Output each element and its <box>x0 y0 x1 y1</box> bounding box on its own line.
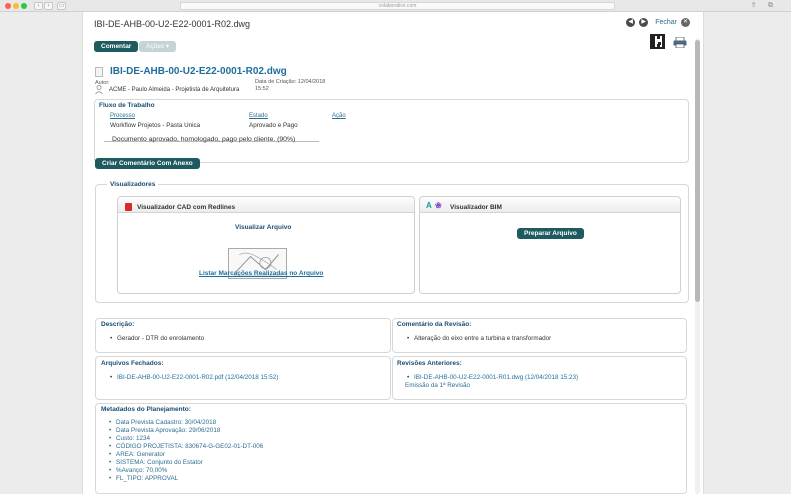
printer-icon[interactable] <box>673 37 687 48</box>
qr-code-inner <box>655 39 661 45</box>
comment-button[interactable]: Comentar <box>94 41 139 52</box>
bim-viewer-icon: ❀ <box>435 201 442 210</box>
scroll-thumb[interactable] <box>695 40 700 302</box>
file-icon <box>95 67 103 77</box>
metadata-item: %Avanço: 70,00% <box>109 467 167 474</box>
create-comment-button[interactable]: Criar Comentário Com Anexo <box>95 158 200 169</box>
workflow-process: Workflow Projetos - Pasta Unica <box>110 122 201 129</box>
forward-button[interactable]: › <box>44 2 53 10</box>
user-icon <box>95 85 103 94</box>
bim-viewer-title: Visualizador BIM <box>450 204 502 211</box>
previous-revisions-title: Revisões Anteriores: <box>397 360 462 367</box>
workflow-state: Aprovado e Pago <box>249 122 298 129</box>
closed-files-title: Arquivos Fechados: <box>101 360 164 367</box>
metadata-item: FL_TIPO: APPROVAL <box>109 475 178 482</box>
close-icon[interactable]: ✕ <box>681 18 690 27</box>
creation-date: Data de Criação: 12/04/2018 <box>255 79 326 85</box>
metadata-item: AREA: Generator <box>109 451 165 458</box>
workflow-note: Documento aprovado, homologado, pago pel… <box>112 136 296 143</box>
browser-toolbar: ‹ › ▭ colaborativo.com ⇪ ⧉ <box>0 0 791 12</box>
qr-code-dot <box>658 42 661 45</box>
minimize-window-button[interactable] <box>13 3 19 9</box>
workflow-process-header[interactable]: Processo <box>110 113 135 119</box>
metadata-item: Data Prevista Aprovação: 29/06/2018 <box>109 427 220 434</box>
qr-code-icon[interactable] <box>650 34 665 49</box>
tabs-icon[interactable]: ⧉ <box>766 2 775 10</box>
cad-viewer-title: Visualizador CAD com Redlines <box>137 204 236 211</box>
author-name: ACME - Paulo Almeida - Projetista de Arq… <box>109 87 240 93</box>
actions-dropdown[interactable]: Ações ▾ <box>139 41 177 52</box>
maximize-window-button[interactable] <box>21 3 27 9</box>
prepare-file-button[interactable]: Preparar Arquivo <box>517 228 584 239</box>
workflow-title: Fluxo de Trabalho <box>99 102 155 109</box>
bim-logo-icon: A <box>426 201 432 210</box>
list-markups-link[interactable]: Listar Marcações Realizadas no Arquivo <box>199 270 323 277</box>
workflow-state-header[interactable]: Estado <box>249 113 268 119</box>
metadata-item: CÓDIGO PROJETISTA: 830674-G-GE02-01-DT-0… <box>109 443 263 450</box>
closed-file-link[interactable]: IBI-DE-AHB-00-U2-E22-0001-R02.pdf (12/04… <box>110 374 278 381</box>
back-button[interactable]: ‹ <box>34 2 43 10</box>
close-link[interactable]: Fechar <box>655 19 677 26</box>
metadata-title: Metadados do Planejamento: <box>101 406 191 413</box>
document-name[interactable]: IBI-DE-AHB-00-U2-E22-0001-R02.dwg <box>110 66 287 77</box>
next-icon[interactable]: ▶ <box>639 18 649 27</box>
header-actions: ◀ ▶ Fechar ✕ <box>626 18 690 27</box>
description-item: Gerador - DTR do enrolamento <box>110 335 204 342</box>
page-title: IBI-DE-AHB-00-U2-E22-0001-R02.dwg <box>94 19 251 29</box>
scrollbar[interactable] <box>695 38 700 494</box>
revision-comment-item: Alteração do eixo entre a turbina e tran… <box>407 335 551 342</box>
metadata-item: Data Prevista Cadastro: 30/04/2018 <box>109 419 216 426</box>
previous-revision-link[interactable]: IBI-DE-AHB-00-U2-E22-0001-R01.dwg (12/04… <box>407 374 578 381</box>
pdf-icon <box>125 203 132 211</box>
document-page: IBI-DE-AHB-00-U2-E22-0001-R02.dwg ◀ ▶ Fe… <box>82 12 704 494</box>
share-icon[interactable]: ⇪ <box>749 2 758 10</box>
close-window-button[interactable] <box>5 3 11 9</box>
description-title: Descrição: <box>101 321 135 328</box>
view-file-label[interactable]: Visualizar Arquivo <box>235 224 291 231</box>
viewers-title: Visualizadores <box>107 181 159 188</box>
chevron-down-icon: ▾ <box>165 43 170 50</box>
metadata-item: SISTEMA: Conjunto do Estator <box>109 459 203 466</box>
workflow-action-header[interactable]: Ação <box>332 113 346 119</box>
metadata-item: Custo: 1234 <box>109 435 150 442</box>
address-bar[interactable]: colaborativo.com <box>180 2 615 10</box>
sidebar-toggle-icon[interactable]: ▭ <box>57 2 66 10</box>
previous-revision-note: Emissão da 1ª Revisão <box>405 382 470 389</box>
workflow-box <box>94 99 689 163</box>
creation-time: 15:52 <box>255 86 269 92</box>
actions-label: Ações <box>146 43 165 50</box>
revision-comment-title: Comentário da Revisão: <box>397 321 472 328</box>
previous-icon[interactable]: ◀ <box>626 18 636 27</box>
